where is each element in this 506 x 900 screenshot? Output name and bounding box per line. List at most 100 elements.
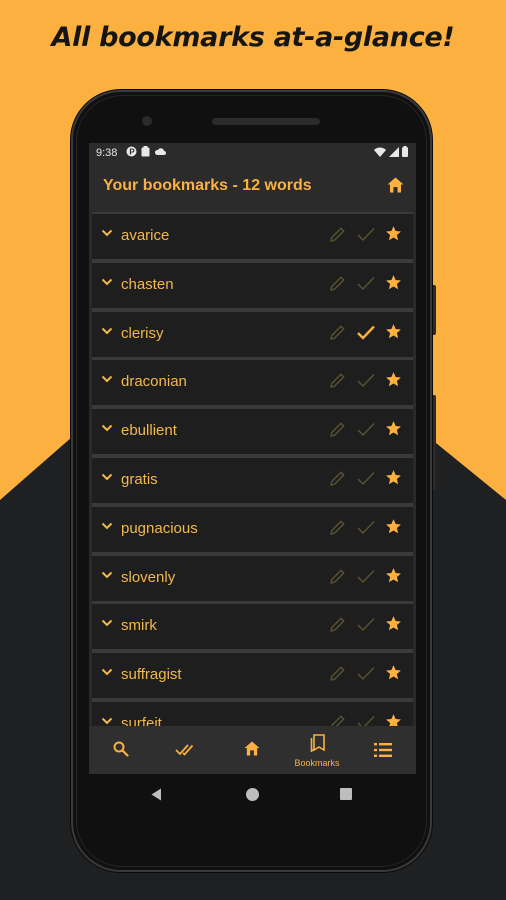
system-navigation-bar — [89, 774, 416, 816]
chevron-down-icon[interactable] — [101, 668, 113, 676]
pencil-icon[interactable] — [329, 470, 346, 487]
promo-headline: All bookmarks at-a-glance! — [51, 22, 455, 53]
earpiece-speaker — [212, 118, 320, 125]
bookmark-word: avarice — [121, 227, 170, 244]
list-item[interactable]: smirk — [92, 602, 413, 652]
check-icon[interactable] — [356, 470, 376, 487]
pencil-icon[interactable] — [329, 568, 346, 585]
page-title: Your bookmarks - 12 words — [103, 177, 312, 194]
list-item[interactable]: suffragist — [92, 651, 413, 701]
pencil-icon[interactable] — [329, 324, 346, 341]
svg-text:P: P — [129, 148, 135, 157]
home-icon[interactable] — [387, 177, 404, 193]
check-icon[interactable] — [356, 665, 376, 682]
home-button[interactable] — [246, 788, 259, 801]
star-icon[interactable] — [385, 323, 402, 340]
nav-search[interactable] — [91, 726, 151, 774]
bottom-navigation: Bookmarks — [89, 726, 416, 774]
bookmark-word: slovenly — [121, 568, 176, 586]
star-icon[interactable] — [385, 225, 402, 242]
star-icon[interactable] — [385, 420, 402, 437]
star-icon[interactable] — [385, 371, 402, 388]
pencil-icon[interactable] — [329, 616, 346, 633]
bookmark-word: chasten — [121, 275, 174, 293]
star-icon[interactable] — [385, 274, 402, 291]
bookmark-word: smirk — [121, 617, 157, 635]
pencil-icon[interactable] — [329, 665, 346, 682]
star-icon[interactable] — [385, 615, 402, 632]
chevron-down-icon[interactable] — [101, 522, 113, 530]
pencil-icon[interactable] — [329, 421, 346, 438]
star-icon[interactable] — [385, 713, 402, 726]
list-item[interactable]: avarice — [92, 212, 413, 261]
search-icon — [113, 741, 129, 757]
bookmark-word: ebullient — [121, 422, 177, 440]
list-item[interactable]: slovenly — [92, 553, 413, 603]
pencil-icon[interactable] — [329, 714, 346, 726]
power-button — [432, 285, 436, 335]
nav-bookmarks[interactable]: Bookmarks — [287, 726, 347, 774]
star-icon[interactable] — [385, 664, 402, 681]
double-check-icon — [175, 744, 194, 756]
star-icon[interactable] — [385, 518, 402, 535]
notification-icons: P — [126, 146, 166, 157]
star-icon[interactable] — [385, 469, 402, 486]
clipboard-icon — [141, 146, 150, 157]
list-item[interactable]: pugnacious — [92, 504, 413, 554]
nav-bookmarks-label: Bookmarks — [294, 758, 340, 768]
recents-button[interactable] — [340, 788, 352, 800]
pencil-icon[interactable] — [329, 226, 346, 243]
bookmark-word: suffragist — [121, 666, 182, 684]
status-time: 9:38 — [96, 147, 118, 159]
check-icon[interactable] — [356, 226, 376, 243]
chevron-down-icon[interactable] — [101, 278, 113, 286]
status-bar: 9:38 P — [89, 143, 416, 163]
check-icon[interactable] — [356, 372, 376, 389]
pencil-icon[interactable] — [329, 372, 346, 389]
chevron-down-icon[interactable] — [101, 473, 113, 481]
chevron-down-icon[interactable] — [101, 375, 113, 383]
wifi-icon — [374, 147, 386, 157]
chevron-down-icon[interactable] — [101, 571, 113, 579]
list-item[interactable]: chasten — [92, 260, 413, 310]
check-icon[interactable] — [356, 568, 376, 585]
nav-learned[interactable] — [156, 726, 216, 774]
bookmark-word: clerisy — [121, 324, 164, 342]
app-notification-icon: P — [126, 146, 137, 157]
bookmark-list: avarice chasten clerisy draconian ebullient g… — [89, 211, 416, 726]
star-icon[interactable] — [385, 567, 402, 584]
back-icon[interactable] — [151, 788, 162, 801]
check-icon[interactable] — [356, 275, 376, 292]
list-item[interactable]: clerisy — [92, 309, 413, 359]
list-item[interactable]: gratis — [92, 456, 413, 505]
bookmark-word: pugnacious — [121, 519, 198, 537]
home-icon — [244, 741, 260, 756]
chevron-down-icon[interactable] — [101, 327, 113, 335]
battery-icon — [402, 146, 408, 157]
check-icon[interactable] — [356, 616, 376, 633]
bookmarks-icon — [310, 734, 325, 752]
chevron-down-icon[interactable] — [101, 619, 113, 627]
signal-icon — [389, 146, 399, 157]
nav-home[interactable] — [222, 726, 282, 774]
system-status-icons — [374, 146, 408, 157]
check-icon[interactable] — [356, 421, 376, 438]
pencil-icon[interactable] — [329, 519, 346, 536]
list-item[interactable]: draconian — [92, 358, 413, 408]
list-item[interactable]: ebullient — [92, 407, 413, 457]
chevron-down-icon[interactable] — [101, 424, 113, 432]
pencil-icon[interactable] — [329, 275, 346, 292]
cloud-icon — [154, 148, 166, 155]
chevron-down-icon[interactable] — [101, 229, 113, 237]
check-icon[interactable] — [356, 714, 376, 726]
app-screen: 9:38 P Your bookmarks - 12 words avarice… — [89, 143, 416, 774]
nav-list[interactable] — [353, 726, 413, 774]
chevron-down-icon[interactable] — [101, 717, 113, 725]
list-icon — [374, 743, 392, 757]
bookmark-word: surfeit — [121, 715, 162, 726]
list-item[interactable]: surfeit — [92, 700, 413, 726]
bookmark-word: draconian — [121, 373, 187, 391]
volume-button — [432, 395, 436, 490]
check-icon[interactable] — [356, 519, 376, 536]
check-icon[interactable] — [356, 324, 376, 341]
